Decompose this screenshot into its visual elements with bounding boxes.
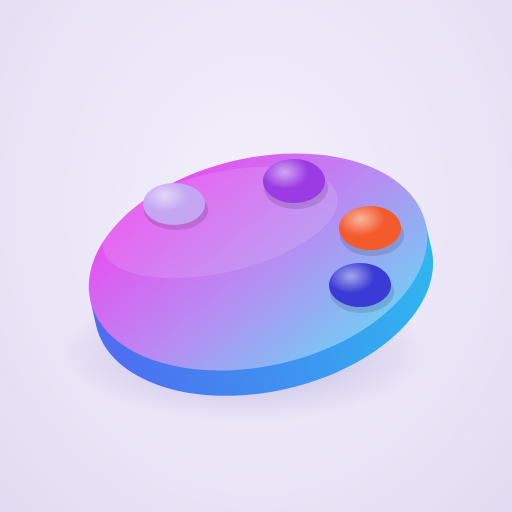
- palette-icon-scene: [60, 153, 434, 422]
